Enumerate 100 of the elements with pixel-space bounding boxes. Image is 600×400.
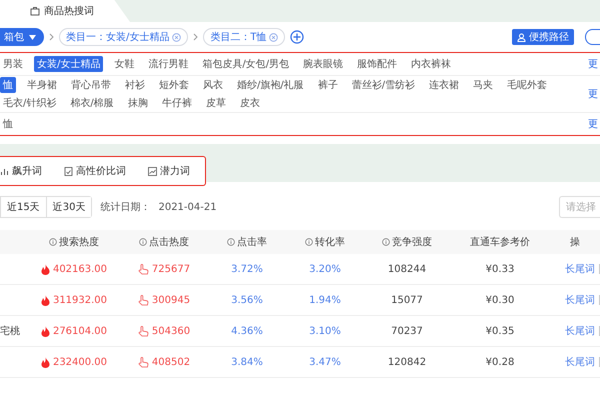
conversion-rate-cell-text: 3.47% xyxy=(308,356,342,368)
click-heat-value: 725677 xyxy=(152,264,190,274)
caret-icon xyxy=(29,34,36,40)
pointing-hand-icon xyxy=(138,326,149,336)
pointing-hand-icon xyxy=(138,294,149,306)
line-chart-icon xyxy=(148,166,157,176)
competition-cell-text: 108244 xyxy=(386,264,428,274)
pointing-hand-icon xyxy=(138,356,149,368)
chevron-icon xyxy=(193,33,198,41)
click-rate-cell-text: 3.84% xyxy=(230,356,264,368)
more-link[interactable]: 更 xyxy=(588,117,600,131)
click-rate-cell-text: 3.56% xyxy=(230,294,264,306)
category-option[interactable]: 皮草 xyxy=(202,95,229,111)
click-heat-value: 300945 xyxy=(152,294,190,306)
info-icon xyxy=(139,238,147,246)
long-tail-link[interactable]: 长尾词 xyxy=(565,293,595,307)
category-option[interactable]: 毛呢外套 xyxy=(504,77,550,93)
info-icon xyxy=(227,238,235,246)
page-tab[interactable]: 商品热搜词 xyxy=(0,0,130,22)
path-button[interactable]: 便携路径 xyxy=(512,29,574,45)
date-range-button[interactable]: 近30天 xyxy=(46,197,92,217)
competition-cell-text: 70237 xyxy=(390,326,424,336)
price-cell-text: ¥0.30 xyxy=(484,294,516,306)
click-rate-cell-text: 4.36% xyxy=(230,326,264,336)
category-chip[interactable]: 类目一：女装/女士精品 xyxy=(59,28,188,46)
pointing-hand-icon xyxy=(138,264,149,274)
more-link[interactable]: 更 xyxy=(588,87,600,101)
price-cell-text: ¥0.33 xyxy=(484,264,516,274)
long-tail-link[interactable]: 长尾词 xyxy=(565,355,595,369)
category-option[interactable]: 抹胸 xyxy=(124,95,151,111)
person-icon xyxy=(517,32,526,42)
competition-cell-text: 120842 xyxy=(386,356,428,368)
category-option[interactable]: 女鞋 xyxy=(111,56,138,72)
category-option[interactable]: 衬衫 xyxy=(122,77,148,93)
click-rate-cell-text: 3.72% xyxy=(230,264,264,274)
category-option[interactable]: 箱包皮具/女包/男包 xyxy=(199,56,292,72)
category-option[interactable]: 背心吊带 xyxy=(68,77,114,93)
word-tab[interactable]: 飙升词 xyxy=(0,164,42,178)
category-option[interactable]: 恤 xyxy=(0,77,16,93)
info-icon xyxy=(49,238,57,246)
category-option[interactable]: 裤子 xyxy=(314,77,341,93)
category-option[interactable]: 连衣裙 xyxy=(426,77,462,93)
category-option[interactable]: 牛仔裤 xyxy=(158,95,195,111)
long-tail-link[interactable]: 长尾词 xyxy=(565,324,595,338)
category-option[interactable]: 皮衣 xyxy=(236,95,263,111)
circle-button[interactable] xyxy=(585,29,600,45)
long-tail-link[interactable]: 长尾词 xyxy=(565,262,595,276)
flame-icon xyxy=(40,356,50,368)
category-option[interactable]: 男装 xyxy=(0,56,26,72)
category-option[interactable]: 短外套 xyxy=(156,77,192,93)
column-header: 点击热度 xyxy=(120,235,208,249)
category-option[interactable]: 蕾丝衫/雪纺衫 xyxy=(348,77,418,93)
bag-icon xyxy=(30,6,40,16)
word-tab[interactable]: 潜力词 xyxy=(148,164,190,178)
category-option[interactable]: 服饰配件 xyxy=(354,56,400,72)
category-option[interactable]: 半身裙 xyxy=(24,77,60,93)
search-heat-value: 402163.00 xyxy=(52,264,108,274)
conversion-rate-cell-text: 1.94% xyxy=(308,294,342,306)
word-tab[interactable]: 高性价比词 xyxy=(64,164,126,178)
category-option[interactable]: 马夹 xyxy=(470,77,496,93)
price-cell-text: ¥0.28 xyxy=(484,356,516,368)
category-option[interactable]: 女装/女士精品 xyxy=(34,56,104,72)
column-header: 竞争强度 xyxy=(364,235,450,249)
category-option[interactable]: 流行男鞋 xyxy=(145,56,192,72)
column-header: 搜索热度 xyxy=(28,235,120,249)
search-heat-value: 232400.00 xyxy=(52,356,108,368)
bar-chart-icon xyxy=(0,166,9,176)
category-chip[interactable]: 类目二：T恤 xyxy=(203,28,286,46)
search-heat-value: 311932.00 xyxy=(52,294,108,306)
date-value: 2021-04-21 xyxy=(158,202,217,212)
column-header: 操 xyxy=(569,236,581,249)
price-cell-text: ¥0.35 xyxy=(484,326,516,336)
info-icon xyxy=(382,238,390,246)
column-header: 转化率 xyxy=(286,235,364,249)
conversion-rate-cell-text: 3.10% xyxy=(308,326,342,336)
column-header: 直通车参考价 xyxy=(469,236,531,249)
competition-cell-text: 15077 xyxy=(390,294,424,306)
click-heat-value: 504360 xyxy=(152,326,190,336)
category-option[interactable]: 毛衣/针织衫 xyxy=(0,95,60,111)
search-heat-value: 276104.00 xyxy=(52,326,108,336)
chevron-icon xyxy=(49,33,54,41)
flame-icon xyxy=(40,326,50,336)
info-icon xyxy=(305,238,313,246)
category-option[interactable]: 风衣 xyxy=(200,77,226,93)
column-header: 点击率 xyxy=(208,235,286,249)
flame-icon xyxy=(40,264,50,274)
category-option[interactable]: 腕表眼镜 xyxy=(300,56,346,72)
add-icon[interactable] xyxy=(290,30,304,44)
conversion-rate-cell-text: 3.20% xyxy=(308,264,342,274)
click-heat-value: 408502 xyxy=(152,356,190,368)
document-check-icon xyxy=(64,166,73,176)
category-option[interactable]: 恤 xyxy=(0,116,16,132)
category-option[interactable]: 内衣裤袜 xyxy=(408,56,454,72)
date-label: 统计日期： xyxy=(100,200,150,214)
category-option[interactable]: 棉衣/棉服 xyxy=(67,95,117,111)
category-dropdown[interactable]: 箱包 xyxy=(0,28,44,46)
more-link[interactable]: 更 xyxy=(588,57,600,71)
flame-icon xyxy=(40,294,50,306)
category-option[interactable]: 婚纱/旗袍/礼服 xyxy=(234,77,307,93)
keyword-cell-text: 宅桃 xyxy=(0,324,20,338)
